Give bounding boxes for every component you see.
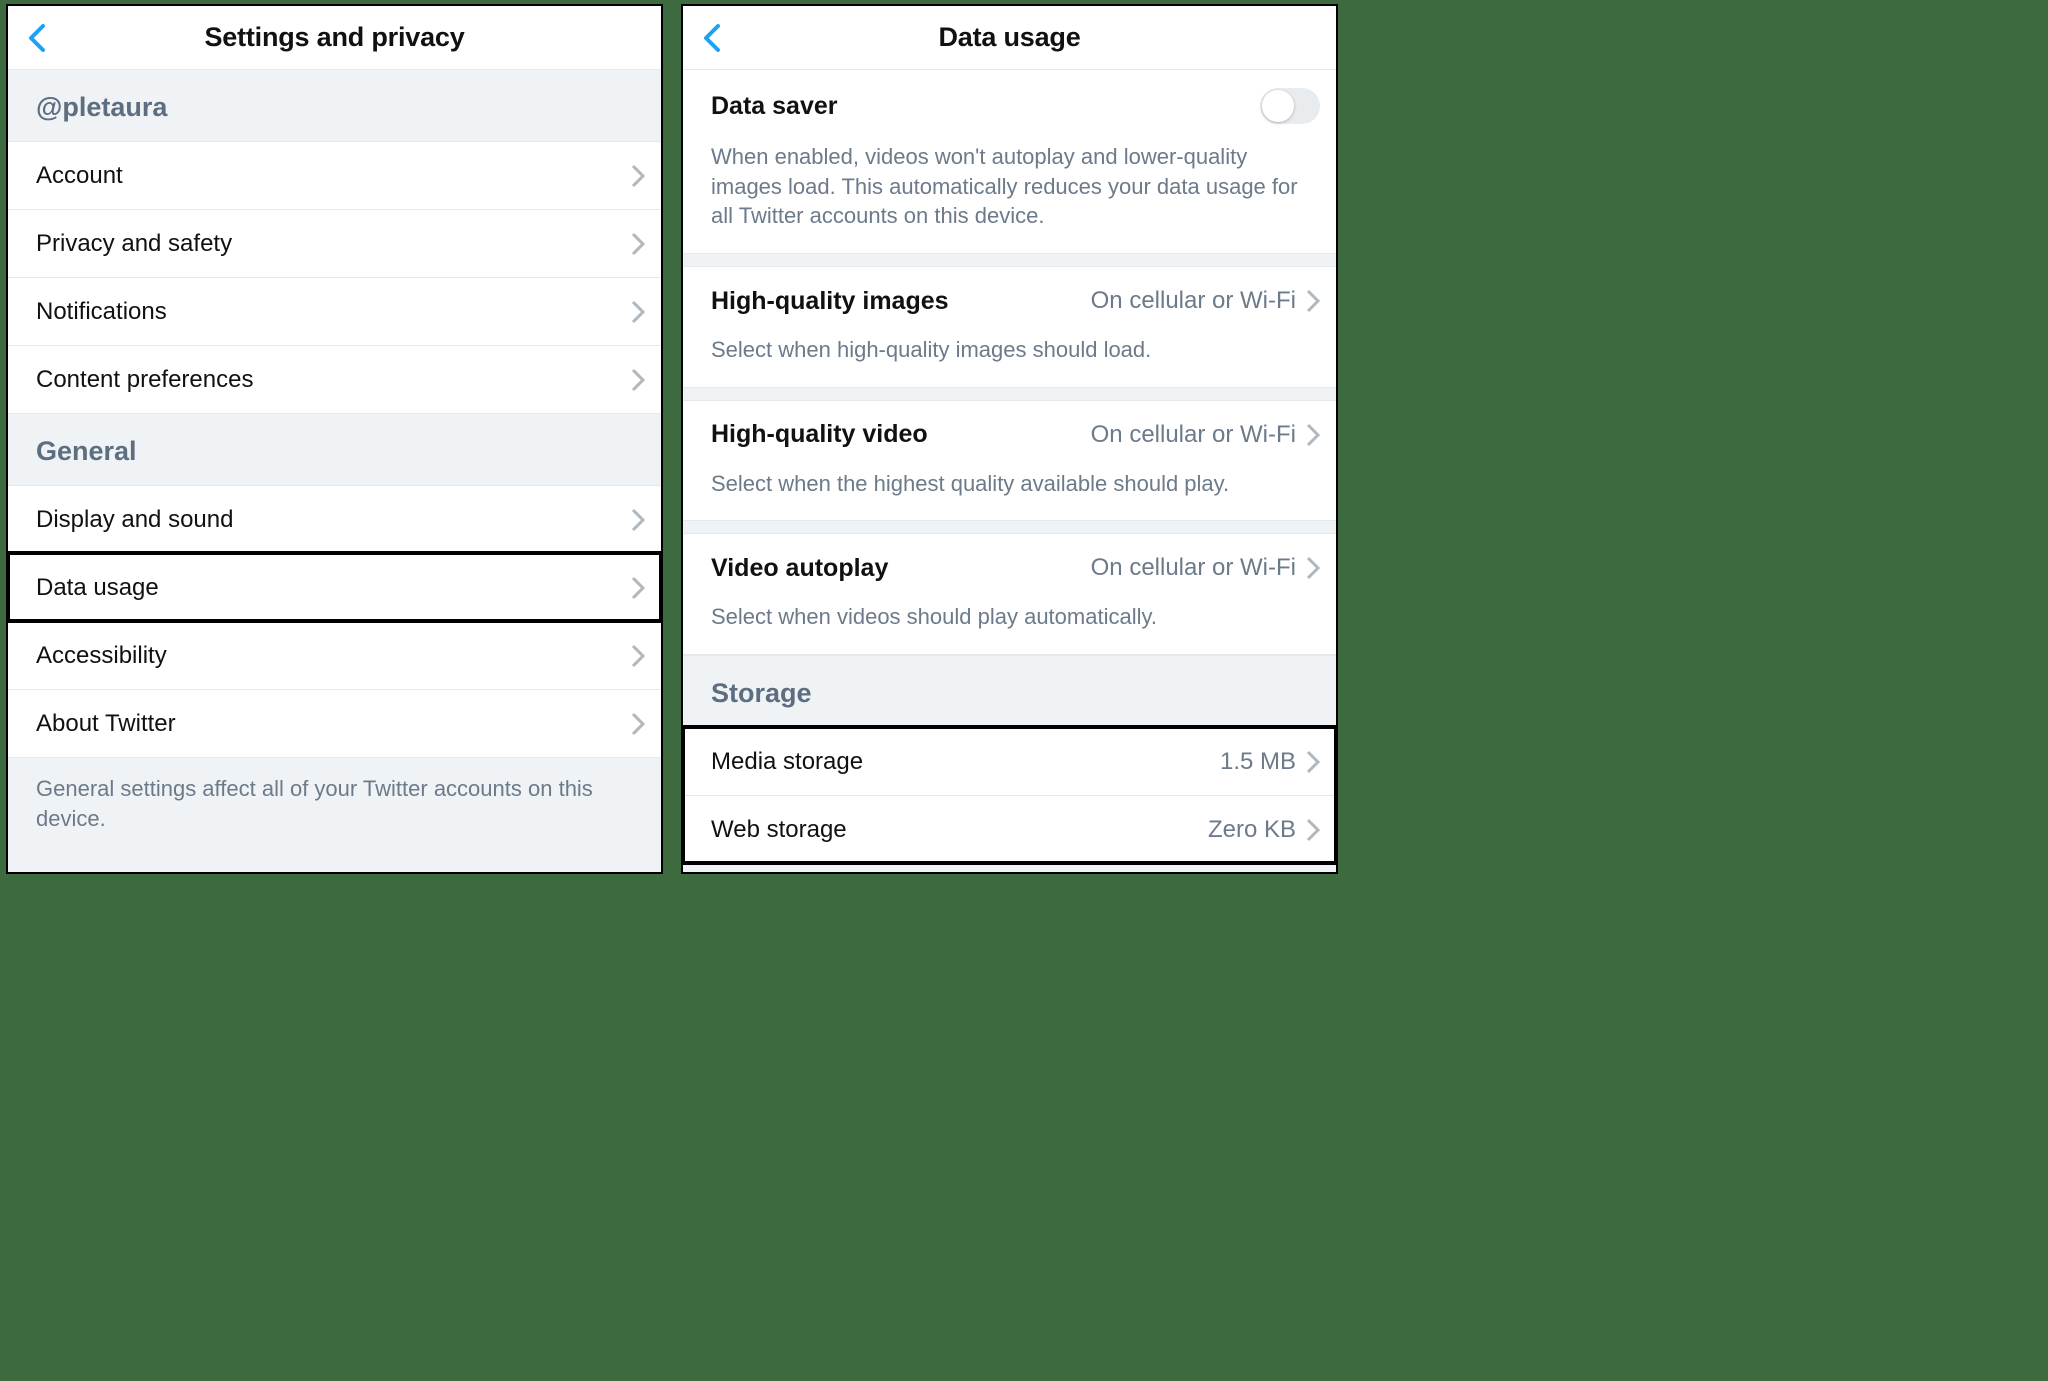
row-label: Video autoplay [711, 554, 1091, 583]
row-hq-video[interactable]: High-quality video On cellular or Wi-Fi [683, 401, 1336, 469]
data-saver-toggle[interactable] [1260, 88, 1320, 124]
chevron-right-icon [1306, 423, 1320, 447]
hq-video-hint: Select when the highest quality availabl… [683, 469, 1336, 507]
chevron-right-icon [631, 300, 645, 324]
hq-images-block: High-quality images On cellular or Wi-Fi… [683, 266, 1336, 388]
user-handle-header: @pletaura [8, 70, 661, 141]
row-label: High-quality video [711, 420, 1091, 449]
screen-data-usage: Data usage Data saver When enabled, vide… [681, 4, 1338, 874]
toggle-knob [1262, 90, 1294, 122]
chevron-right-icon [631, 368, 645, 392]
row-value: 1.5 MB [1220, 748, 1296, 776]
row-value: On cellular or Wi-Fi [1091, 287, 1296, 315]
screen-settings: Settings and privacy @pletaura Account P… [6, 4, 663, 874]
back-button[interactable] [701, 22, 725, 54]
row-value: On cellular or Wi-Fi [1091, 421, 1296, 449]
row-label: Privacy and safety [36, 230, 631, 258]
row-media-storage[interactable]: Media storage 1.5 MB [683, 727, 1336, 795]
navbar: Settings and privacy [8, 6, 661, 70]
chevron-right-icon [631, 712, 645, 736]
chevron-right-icon [631, 164, 645, 188]
row-privacy-safety[interactable]: Privacy and safety [8, 209, 661, 277]
back-button[interactable] [26, 22, 50, 54]
chevron-left-icon [701, 22, 725, 54]
general-footer-hint: General settings affect all of your Twit… [8, 757, 661, 853]
row-accessibility[interactable]: Accessibility [8, 621, 661, 689]
chevron-right-icon [631, 508, 645, 532]
navbar: Data usage [683, 6, 1336, 70]
autoplay-block: Video autoplay On cellular or Wi-Fi Sele… [683, 533, 1336, 655]
row-value: Zero KB [1208, 816, 1296, 844]
data-saver-block: Data saver When enabled, videos won't au… [683, 70, 1336, 254]
row-label: Data usage [36, 574, 631, 602]
row-label: Web storage [711, 816, 1208, 844]
row-label: Content preferences [36, 366, 631, 394]
storage-group: Media storage 1.5 MB Web storage Zero KB [683, 727, 1336, 863]
page-title: Settings and privacy [8, 22, 661, 53]
row-data-saver[interactable]: Data saver [683, 70, 1336, 142]
row-label: Display and sound [36, 506, 631, 534]
hq-images-hint: Select when high-quality images should l… [683, 335, 1336, 373]
row-label: Account [36, 162, 631, 190]
row-content-preferences[interactable]: Content preferences [8, 345, 661, 413]
chevron-left-icon [26, 22, 50, 54]
row-display-sound[interactable]: Display and sound [8, 485, 661, 553]
row-web-storage[interactable]: Web storage Zero KB [683, 795, 1336, 863]
row-video-autoplay[interactable]: Video autoplay On cellular or Wi-Fi [683, 534, 1336, 602]
storage-header: Storage [683, 655, 1336, 727]
row-label: Media storage [711, 748, 1220, 776]
row-about-twitter[interactable]: About Twitter [8, 689, 661, 757]
row-account[interactable]: Account [8, 141, 661, 209]
chevron-right-icon [1306, 750, 1320, 774]
chevron-right-icon [631, 576, 645, 600]
chevron-right-icon [1306, 556, 1320, 580]
row-label: Notifications [36, 298, 631, 326]
row-label: Data saver [711, 92, 1260, 121]
general-group: Display and sound Data usage Accessibili… [8, 485, 661, 757]
data-saver-hint: When enabled, videos won't autoplay and … [683, 142, 1336, 239]
row-label: High-quality images [711, 287, 1091, 316]
row-label: Accessibility [36, 642, 631, 670]
row-value: On cellular or Wi-Fi [1091, 554, 1296, 582]
row-label: About Twitter [36, 710, 631, 738]
hq-video-block: High-quality video On cellular or Wi-Fi … [683, 400, 1336, 522]
general-header: General [8, 413, 661, 485]
chevron-right-icon [631, 644, 645, 668]
row-data-usage[interactable]: Data usage [8, 553, 661, 621]
autoplay-hint: Select when videos should play automatic… [683, 602, 1336, 640]
chevron-right-icon [1306, 818, 1320, 842]
account-group: Account Privacy and safety Notifications… [8, 141, 661, 413]
row-hq-images[interactable]: High-quality images On cellular or Wi-Fi [683, 267, 1336, 335]
chevron-right-icon [631, 232, 645, 256]
chevron-right-icon [1306, 289, 1320, 313]
page-title: Data usage [683, 22, 1336, 53]
row-notifications[interactable]: Notifications [8, 277, 661, 345]
